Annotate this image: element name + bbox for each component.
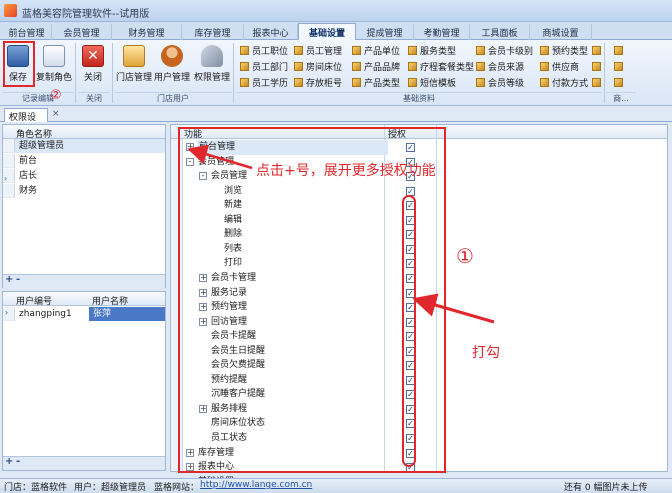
annotation-arrows [187, 144, 495, 324]
status-user: 用户：超级管理员 [74, 483, 147, 493]
website-link[interactable]: http://www.lange.com.cn [200, 480, 312, 490]
status-store: 门店：蓝格软件 [4, 483, 68, 493]
status-website-label: 蓝格网站： [154, 483, 200, 493]
status-upload: 还有 0 幅图片未上传 [564, 483, 648, 493]
arrow-to-checks [412, 293, 495, 324]
arrow-to-expander [187, 144, 253, 170]
